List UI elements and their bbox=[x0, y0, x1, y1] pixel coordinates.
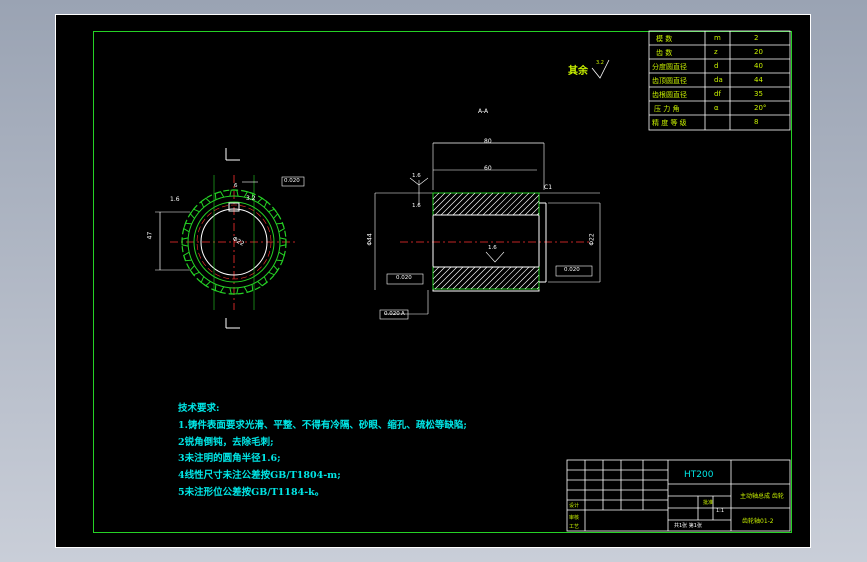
runout-1: 0.020 bbox=[396, 275, 412, 281]
param-symbol-1: z bbox=[714, 48, 718, 56]
length-dim: 80 bbox=[484, 138, 492, 145]
param-value-6: 8 bbox=[754, 118, 759, 126]
param-value-2: 40 bbox=[754, 62, 763, 70]
bore-rough: 1.6 bbox=[488, 245, 497, 251]
param-symbol-5: α bbox=[714, 104, 719, 112]
right-rough-bottom: 1.6 bbox=[412, 203, 421, 209]
datum-letter: A bbox=[401, 311, 405, 317]
key-width: 6 bbox=[234, 183, 238, 189]
tech-req-title: 技术要求: bbox=[178, 403, 220, 414]
param-value-5: 20° bbox=[754, 104, 767, 112]
param-symbol-2: d bbox=[714, 62, 719, 70]
approve-label: 批准 bbox=[703, 500, 714, 506]
process-label: 工艺 bbox=[569, 524, 580, 530]
section-hatch bbox=[432, 192, 540, 290]
sheet-count: 共1张 第1张 bbox=[674, 523, 702, 529]
datum-tol: 0.020 bbox=[384, 311, 400, 317]
material-label: HT200 bbox=[684, 470, 714, 480]
chamfer-dim: C1 bbox=[544, 184, 553, 191]
param-name-1: 齿 数 bbox=[656, 49, 673, 57]
param-name-5: 压 力 角 bbox=[654, 105, 680, 113]
param-name-3: 齿顶圆直径 bbox=[652, 77, 687, 85]
tech-req-5: 5未注形位公差按GB/T1184-k。 bbox=[178, 487, 325, 498]
outer-dia-dim: Φ44 bbox=[366, 233, 374, 246]
right-rough-top: 1.6 bbox=[412, 173, 421, 179]
param-symbol-0: m bbox=[714, 34, 721, 42]
param-symbol-4: df bbox=[714, 90, 721, 98]
surface-rough-value: 3.2 bbox=[596, 60, 604, 66]
bore-dia-dim: Φ22 bbox=[588, 233, 596, 246]
param-value-0: 2 bbox=[754, 34, 759, 42]
param-name-6: 精 度 等 级 bbox=[652, 119, 687, 127]
left-rough: 1.6 bbox=[170, 196, 180, 203]
param-name-4: 齿根圆直径 bbox=[652, 91, 687, 99]
tech-req-3: 3未注明的圆角半径1.6; bbox=[178, 453, 281, 464]
param-value-1: 20 bbox=[754, 48, 763, 56]
param-symbol-3: da bbox=[714, 76, 723, 84]
param-name-2: 分度圆直径 bbox=[652, 63, 687, 71]
param-name-0: 模 数 bbox=[656, 35, 673, 43]
key-rough: 3.2 bbox=[246, 195, 256, 202]
tech-req-4: 4线性尺寸未注公差按GB/T1804-m; bbox=[178, 470, 341, 481]
tech-req-1: 1.铸件表面要求光滑、平整、不得有冷隔、砂眼、缩孔、疏松等缺陷; bbox=[178, 420, 467, 431]
runout-2: 0.020 bbox=[564, 267, 580, 273]
scale-value: 1:1 bbox=[716, 508, 725, 514]
inner-len-dim: 60 bbox=[484, 165, 492, 172]
tech-req-2: 2锐角倒钝，去除毛刺; bbox=[178, 437, 274, 448]
param-value-4: 35 bbox=[754, 90, 763, 98]
check-label: 审核 bbox=[569, 515, 580, 521]
design-label: 设计 bbox=[569, 503, 580, 509]
left-tol-box: 0.020 bbox=[284, 178, 300, 184]
param-value-3: 44 bbox=[754, 76, 763, 84]
surface-note: 其余 bbox=[568, 66, 588, 77]
left-dim: 47 bbox=[146, 231, 154, 240]
section-marker: A-A bbox=[478, 108, 489, 115]
drawing-number: 齿轮轴01-2 bbox=[742, 518, 774, 525]
drawing-canvas bbox=[155, 30, 791, 532]
part-name: 主动轴总成 齿轮 bbox=[740, 493, 784, 500]
